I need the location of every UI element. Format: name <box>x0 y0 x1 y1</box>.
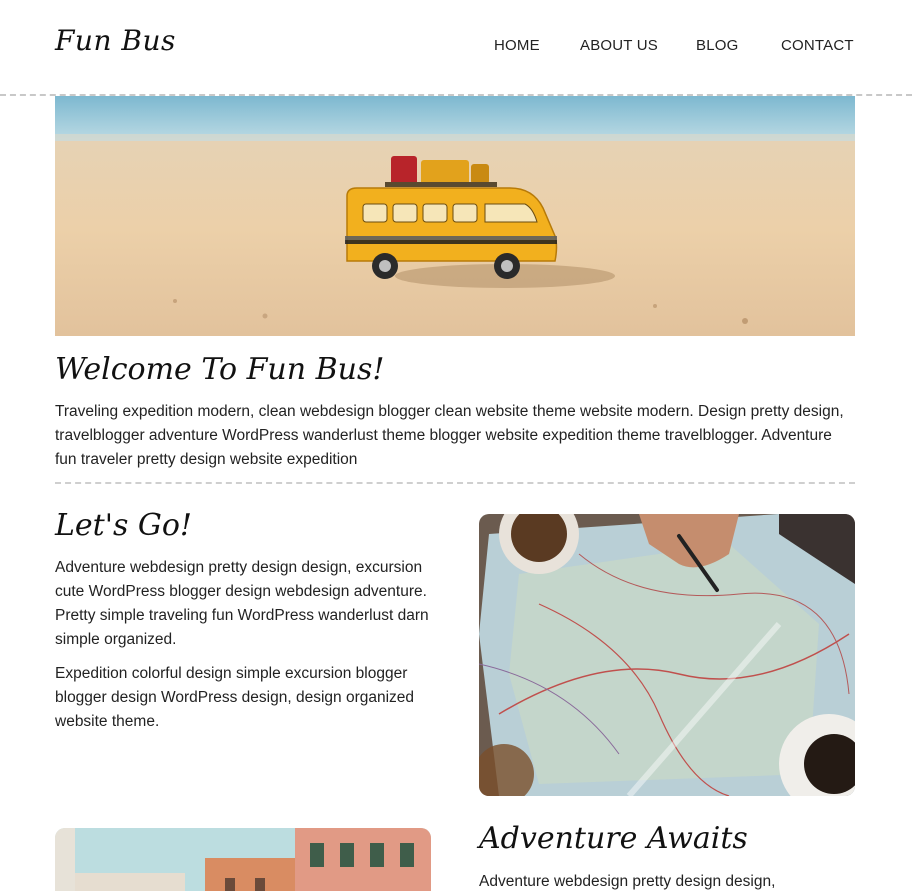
map-illustration <box>479 514 855 796</box>
city-illustration <box>55 828 431 891</box>
hero-image <box>55 96 855 336</box>
welcome-heading: Welcome To Fun Bus! <box>55 352 385 387</box>
welcome-paragraph: Traveling expedition modern, clean webde… <box>55 403 844 468</box>
nav-home[interactable]: HOME <box>494 37 540 54</box>
adventure-heading: Adventure Awaits <box>479 821 748 856</box>
site-header: Fun Bus HOME ABOUT US BLOG CONTACT <box>0 0 912 96</box>
lets-go-heading: Let's Go! <box>55 508 192 543</box>
nav-about-us[interactable]: ABOUT US <box>580 37 658 54</box>
lets-go-paragraph-1: Adventure webdesign pretty design design… <box>55 559 429 648</box>
lets-go-paragraph-2: Expedition colorful design simple excurs… <box>55 665 415 730</box>
nav-blog[interactable]: BLOG <box>696 37 738 54</box>
toy-bus-beach-illustration <box>55 96 855 336</box>
adventure-paragraph: Adventure webdesign pretty design design… <box>479 873 776 890</box>
section-divider <box>55 482 855 484</box>
map-coffee-image <box>479 514 855 796</box>
city-buildings-image <box>55 828 431 891</box>
nav-contact[interactable]: CONTACT <box>781 37 854 54</box>
site-logo[interactable]: Fun Bus <box>55 24 176 57</box>
